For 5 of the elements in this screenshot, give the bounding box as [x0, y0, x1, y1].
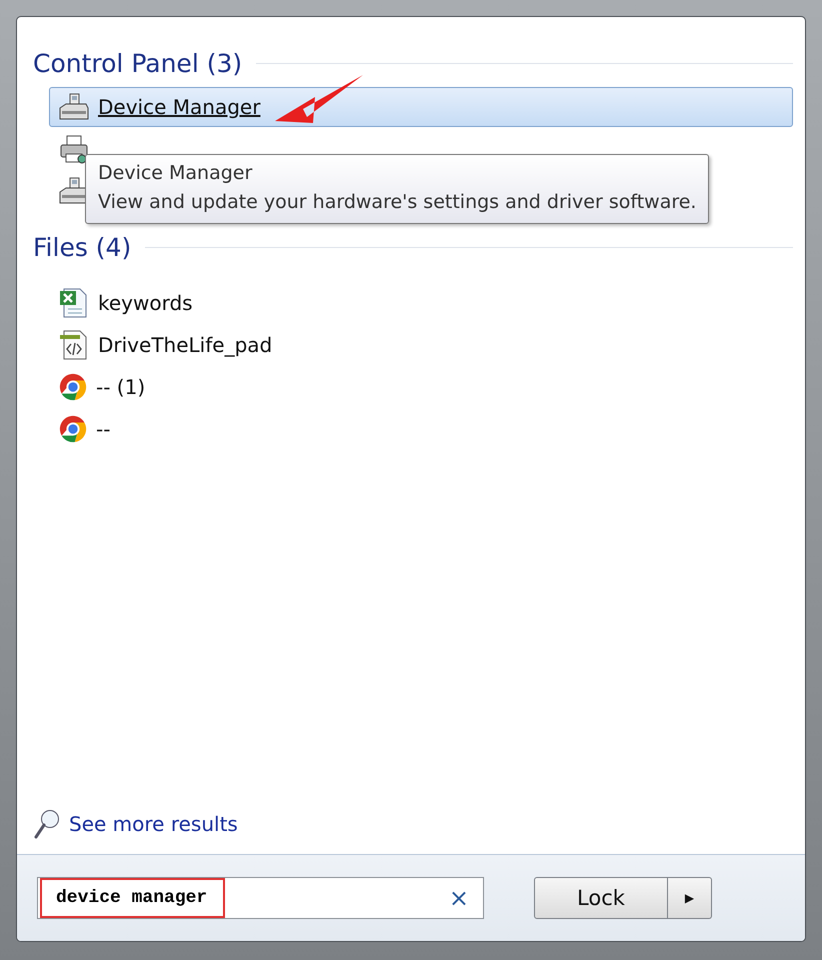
tooltip-title: Device Manager [98, 161, 254, 186]
section-heading: Control Panel (3) [33, 48, 242, 78]
section-heading: Files (4) [33, 232, 132, 262]
search-text: device manager [40, 878, 226, 918]
tooltip-description: View and update your hardware's settings and driver software. [98, 190, 696, 215]
